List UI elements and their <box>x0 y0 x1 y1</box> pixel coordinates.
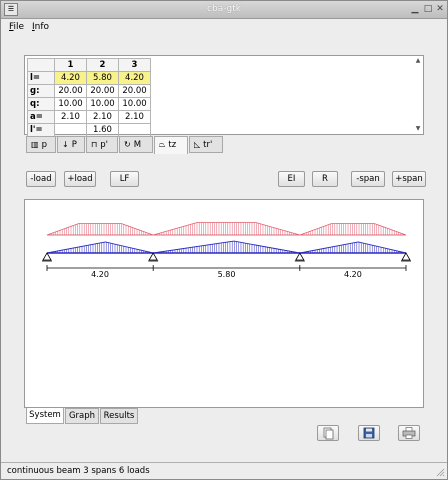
beam-diagram: 4.20 5.80 4.20 <box>42 222 411 279</box>
span-table: 1 2 3 l= 4.20 5.80 4.20 g: 20.00 20.00 20.00 q: 1… <box>27 58 151 137</box>
tab-graph[interactable]: Graph <box>65 408 99 424</box>
window-title: cba-gtk <box>207 4 241 14</box>
table-cell[interactable]: 2.10 <box>86 110 119 124</box>
save-icon <box>363 427 375 439</box>
upper-load-outline <box>299 223 407 236</box>
row-header: q: <box>27 97 55 111</box>
table-cell[interactable]: 2.10 <box>54 110 87 124</box>
table-row: q: 10.00 10.00 10.00 <box>27 97 151 111</box>
add-span-button[interactable]: +span <box>392 171 426 187</box>
point-load-icon: ↓ <box>62 140 69 149</box>
table-scrollbar[interactable]: ▲ ▼ <box>414 57 422 133</box>
menu-info[interactable]: Info <box>32 22 49 32</box>
table-cell[interactable]: 4.20 <box>118 71 151 85</box>
table-cell[interactable]: 20.00 <box>54 84 87 98</box>
table-row: l= 4.20 5.80 4.20 <box>27 71 151 85</box>
tab-partial-load[interactable]: ⊓ p' <box>86 136 118 153</box>
copy-button[interactable] <box>317 425 339 441</box>
support-triangle <box>42 252 52 261</box>
trapezoid-load-icon: ⏢ <box>159 140 166 149</box>
table-row: a= 2.10 2.10 2.10 <box>27 110 151 124</box>
table-cell[interactable] <box>54 123 87 137</box>
upper-load-outline <box>46 223 154 236</box>
lower-load-outline <box>299 241 407 254</box>
span-length-label: 4.20 <box>91 270 109 279</box>
span-table-frame: 1 2 3 l= 4.20 5.80 4.20 g: 20.00 20.00 20.00 q: 1… <box>24 55 424 137</box>
tab-trapezoid-load[interactable]: ⏢ tz <box>154 136 188 154</box>
table-cell[interactable]: 4.20 <box>54 71 87 85</box>
table-cell[interactable] <box>118 123 151 137</box>
status-text: continuous beam 3 spans 6 loads <box>7 466 150 476</box>
moment-icon: ↻ <box>124 140 131 149</box>
table-cell[interactable]: 20.00 <box>86 84 119 98</box>
maximize-icon[interactable]: □ <box>422 3 434 15</box>
row-header: g: <box>27 84 55 98</box>
r-button[interactable]: R <box>312 171 338 187</box>
tab-point-load[interactable]: ↓ P <box>57 136 85 153</box>
table-corner <box>27 58 55 72</box>
support-triangle <box>401 252 411 261</box>
table-cell[interactable]: 10.00 <box>86 97 119 111</box>
row-header: l'= <box>27 123 55 137</box>
row-header: l= <box>27 71 55 85</box>
load-factor-button[interactable]: LF <box>110 171 139 187</box>
save-button[interactable] <box>358 425 380 441</box>
column-header[interactable]: 3 <box>118 58 151 72</box>
print-button[interactable] <box>398 425 420 441</box>
scroll-up-icon[interactable]: ▲ <box>414 57 422 65</box>
remove-load-button[interactable]: -load <box>26 171 56 187</box>
support-triangle <box>295 252 305 261</box>
status-bar: continuous beam 3 spans 6 loads <box>1 462 447 479</box>
table-cell[interactable]: 5.80 <box>86 71 119 85</box>
column-header[interactable]: 2 <box>86 58 119 72</box>
title-bar: ☰ cba-gtk ▁ □ ✕ <box>1 1 447 19</box>
column-header[interactable]: 1 <box>54 58 87 72</box>
table-cell[interactable]: 20.00 <box>118 84 151 98</box>
table-row: l'= 1.60 <box>27 123 151 137</box>
row-header: a= <box>27 110 55 124</box>
menu-bar: File Info <box>1 19 447 35</box>
remove-span-button[interactable]: -span <box>351 171 385 187</box>
table-cell[interactable]: 10.00 <box>118 97 151 111</box>
uniform-load-icon: ▥ <box>31 140 39 149</box>
add-load-button[interactable]: +load <box>64 171 96 187</box>
print-icon <box>402 427 416 439</box>
tab-moment[interactable]: ↻ M <box>119 136 153 153</box>
copy-icon <box>323 427 334 440</box>
table-cell[interactable]: 1.60 <box>86 123 119 137</box>
lower-load-outline <box>46 241 154 254</box>
table-cell[interactable]: 2.10 <box>118 110 151 124</box>
tab-system[interactable]: System <box>26 408 64 424</box>
span-length-label: 4.20 <box>344 270 362 279</box>
table-row: g: 20.00 20.00 20.00 <box>27 84 151 98</box>
close-icon[interactable]: ✕ <box>434 3 446 15</box>
support-triangle <box>148 252 158 261</box>
span-length-label: 5.80 <box>218 270 236 279</box>
scroll-down-icon[interactable]: ▼ <box>414 125 422 133</box>
resize-grip-icon[interactable] <box>435 467 445 477</box>
menu-file[interactable]: File <box>9 22 24 32</box>
app-window: ☰ cba-gtk ▁ □ ✕ File Info 1 2 3 l= 4.20 5.… <box>0 0 448 480</box>
tab-uniform-load[interactable]: ▥ p <box>26 136 56 153</box>
partial-load-icon: ⊓ <box>91 140 98 149</box>
tab-results[interactable]: Results <box>100 408 138 424</box>
tab-triangle-load[interactable]: ◺ tr' <box>189 136 223 153</box>
triangle-load-icon: ◺ <box>194 140 201 149</box>
ei-button[interactable]: EI <box>278 171 305 187</box>
beam-diagram-canvas[interactable]: 4.20 5.80 4.20 <box>24 199 424 408</box>
minimize-icon[interactable]: ▁ <box>409 3 421 15</box>
table-cell[interactable]: 10.00 <box>54 97 87 111</box>
